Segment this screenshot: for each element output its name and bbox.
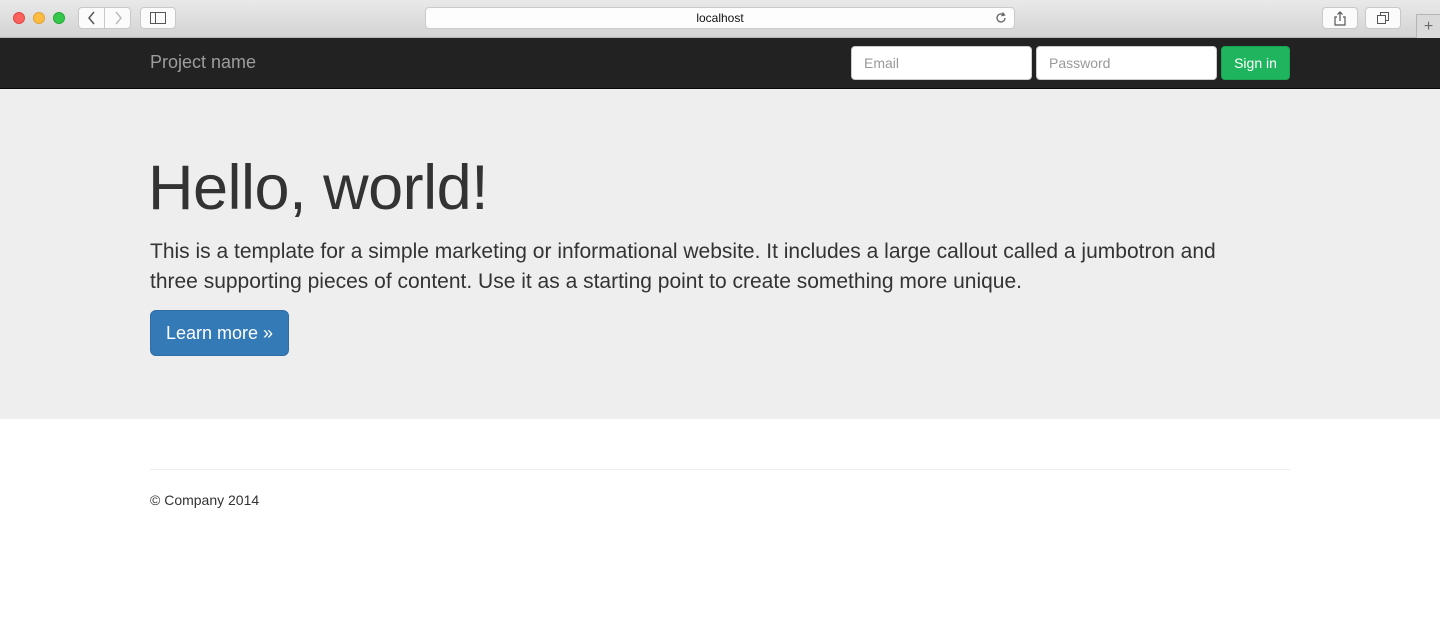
navbar: Project name Sign in xyxy=(0,38,1440,89)
share-button[interactable] xyxy=(1322,7,1358,29)
hero-title: Hello, world! xyxy=(148,153,489,223)
address-bar[interactable]: localhost xyxy=(425,7,1015,29)
password-field[interactable] xyxy=(1036,46,1217,80)
footer-divider xyxy=(150,469,1290,470)
brand-link[interactable]: Project name xyxy=(150,52,256,73)
learn-more-button[interactable]: Learn more » xyxy=(150,310,289,356)
url-text: localhost xyxy=(696,11,744,25)
new-tab-button[interactable]: + xyxy=(1416,14,1440,38)
hero-description: This is a template for a simple marketin… xyxy=(150,240,1216,293)
footer-copyright: © Company 2014 xyxy=(150,492,260,508)
reload-icon[interactable] xyxy=(994,11,1008,25)
chevron-left-icon xyxy=(87,11,95,25)
forward-button[interactable] xyxy=(104,7,131,29)
show-tabs-button[interactable] xyxy=(1365,7,1401,29)
sign-in-button[interactable]: Sign in xyxy=(1221,46,1290,80)
close-window-button[interactable] xyxy=(13,12,25,24)
jumbotron: Hello, world! This is a template for a s… xyxy=(0,89,1440,419)
chevron-right-icon xyxy=(114,11,122,25)
plus-icon: + xyxy=(1423,17,1434,35)
share-icon xyxy=(1334,10,1346,26)
browser-toolbar: localhost + xyxy=(0,0,1440,38)
sidebar-toggle-button[interactable] xyxy=(140,7,176,29)
email-field[interactable] xyxy=(851,46,1032,80)
tabs-icon xyxy=(1377,12,1389,24)
minimize-window-button[interactable] xyxy=(33,12,45,24)
sidebar-icon xyxy=(150,12,166,24)
back-button[interactable] xyxy=(78,7,105,29)
zoom-window-button[interactable] xyxy=(53,12,65,24)
